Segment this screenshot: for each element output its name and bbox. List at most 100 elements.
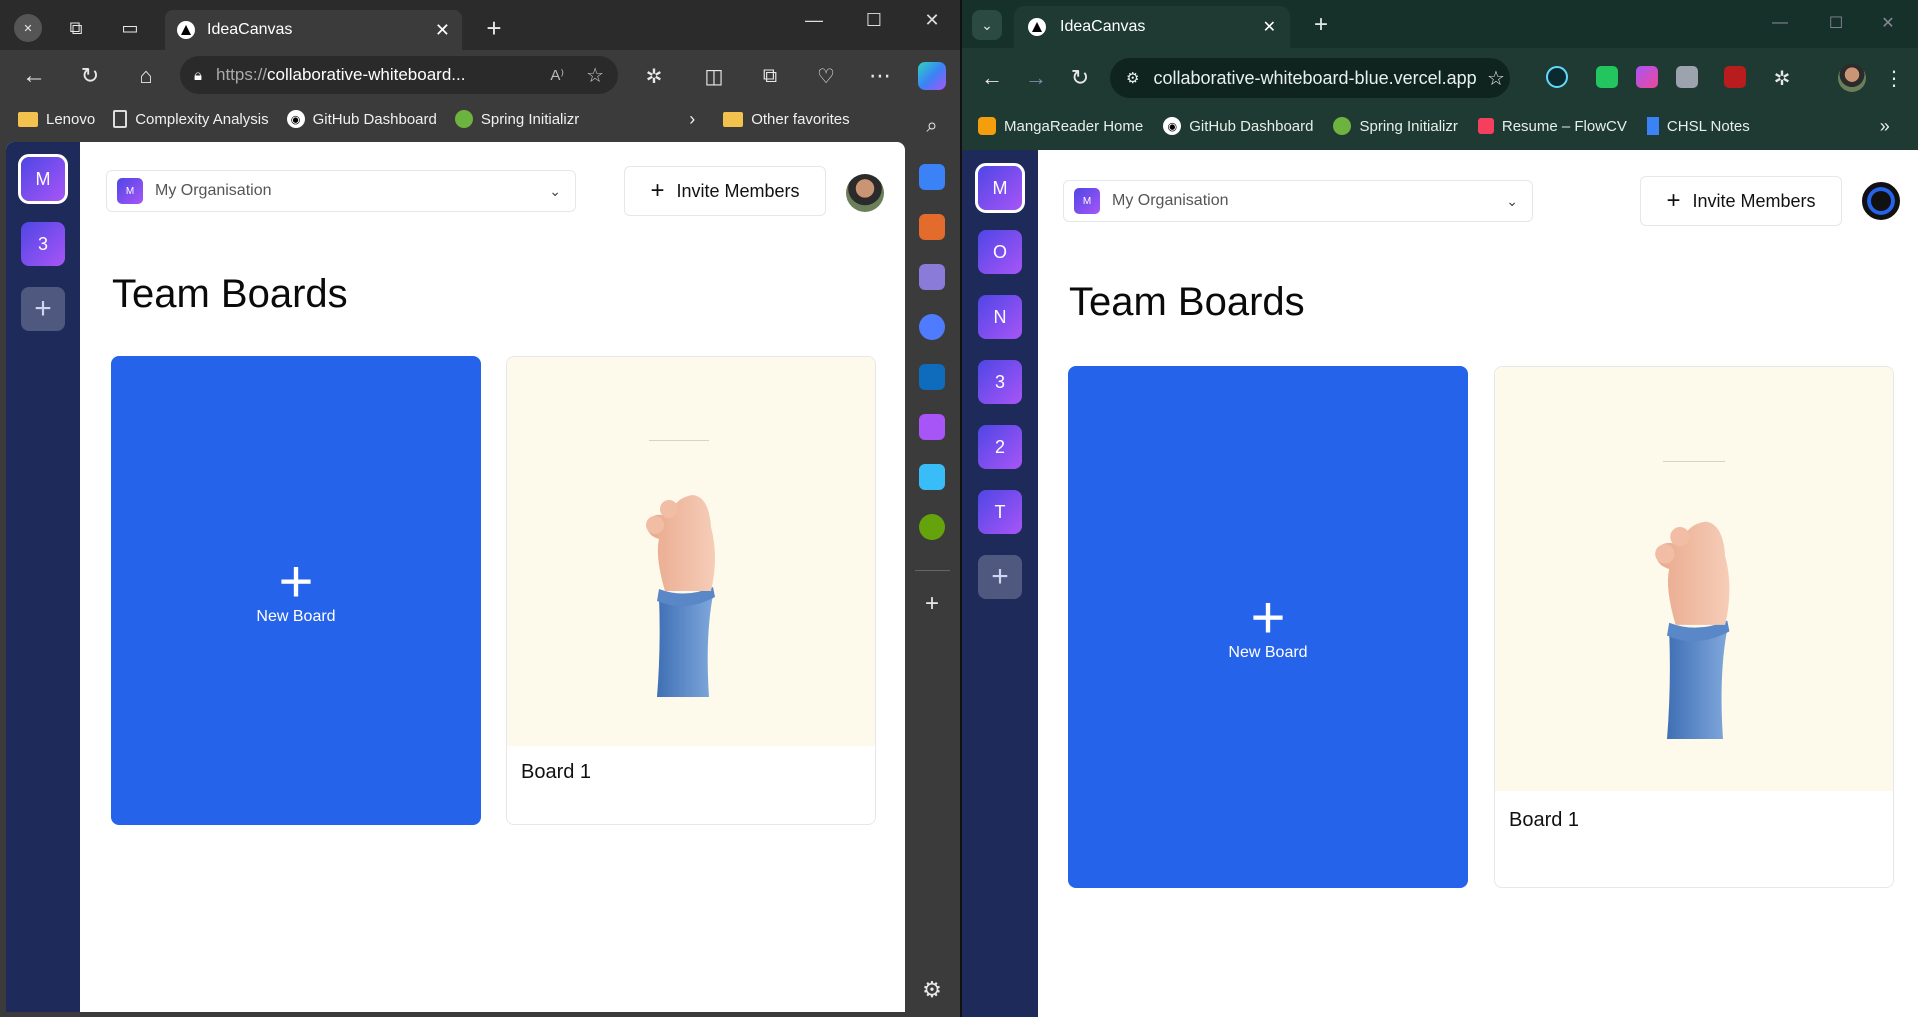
user-avatar[interactable] (1862, 182, 1900, 220)
refresh-icon[interactable]: ↻ (76, 62, 104, 90)
bookmark-github[interactable]: ◉ GitHub Dashboard (286, 110, 437, 128)
org-button-2[interactable]: 2 (978, 425, 1022, 469)
add-sidebar-app-icon[interactable]: + (918, 590, 946, 618)
close-tab-icon[interactable]: ✕ (435, 20, 450, 41)
close-window-icon[interactable]: ✕ (904, 0, 960, 40)
folder-icon (723, 111, 744, 127)
tab-actions-icon[interactable]: ▭ (116, 14, 144, 42)
settings-gear-icon[interactable]: ⚙ (918, 976, 946, 1004)
shopping-tag-icon[interactable] (919, 164, 945, 190)
close-window-icon[interactable]: ✕ (1868, 8, 1908, 38)
org-button-m[interactable]: M (975, 163, 1025, 213)
extensions-puzzle-icon[interactable]: ✲ (1768, 64, 1796, 92)
bookmark-label: Other favorites (751, 110, 850, 128)
tools-icon[interactable] (919, 214, 945, 240)
toolbar: ← → ↻ ⚙ collaborative-whiteboard-blue.ve… (962, 48, 1918, 106)
favorite-star-icon[interactable]: ☆ (586, 63, 604, 88)
board-title: Board 1 (521, 761, 592, 783)
url-host: collaborative-whiteboard... (267, 65, 466, 84)
tab-ideacanvas[interactable]: IdeaCanvas ✕ (165, 10, 462, 50)
org-button-n[interactable]: N (978, 295, 1022, 339)
extension-purple-icon[interactable] (1636, 66, 1658, 88)
extensions-icon[interactable]: ✲ (640, 62, 668, 90)
minimize-icon[interactable]: — (786, 0, 842, 40)
tab-ideacanvas[interactable]: IdeaCanvas ✕ (1014, 6, 1290, 48)
new-board-button[interactable]: + New Board (1068, 366, 1468, 888)
close-tab-icon[interactable]: ✕ (1263, 17, 1276, 37)
minimize-icon[interactable]: — (1760, 8, 1800, 38)
maximize-icon[interactable]: ☐ (1816, 8, 1856, 38)
new-tab-icon[interactable]: + (480, 13, 508, 43)
board-card[interactable]: Board 1 (506, 356, 876, 825)
org-badge: M (117, 178, 143, 204)
profile-icon[interactable]: ✕ (14, 14, 42, 42)
ublock-icon[interactable] (1724, 66, 1746, 88)
react-devtools-icon[interactable] (1546, 66, 1568, 88)
extension-gray-icon[interactable] (1676, 66, 1698, 88)
outlook-icon[interactable] (919, 364, 945, 390)
more-icon[interactable]: ⋯ (866, 62, 894, 90)
send-icon[interactable] (919, 464, 945, 490)
refresh-icon[interactable]: ↻ (1066, 64, 1094, 92)
bookmark-star-icon[interactable]: ☆ (1482, 64, 1510, 92)
games-icon[interactable] (919, 264, 945, 290)
org-button-t[interactable]: T (978, 490, 1022, 534)
new-tab-icon[interactable]: + (1306, 10, 1336, 40)
search-icon[interactable]: ⌕ (918, 112, 946, 140)
tab-search-icon[interactable]: ⌄ (972, 10, 1002, 40)
bookmark-chsl[interactable]: CHSL Notes (1646, 117, 1750, 135)
address-bar[interactable]: 🔒︎ https:// collaborative-whiteboard... … (180, 56, 618, 94)
chevron-right-icon[interactable]: › (689, 109, 695, 130)
bookmark-label: Resume – FlowCV (1501, 117, 1627, 135)
back-icon[interactable]: ← (20, 62, 48, 90)
plus-icon: + (1250, 584, 1286, 651)
plus-icon: + (1666, 187, 1681, 214)
bookmark-other-favorites[interactable]: Other favorites (723, 110, 850, 128)
extension-green-icon[interactable] (1596, 66, 1618, 88)
board-card[interactable]: Board 1 (1494, 366, 1894, 888)
bookmark-complexity[interactable]: Complexity Analysis (113, 110, 269, 128)
back-icon[interactable]: ← (978, 64, 1006, 92)
bookmark-spring[interactable]: Spring Initializr (454, 110, 579, 128)
bookmark-mangareader[interactable]: MangaReader Home (978, 117, 1143, 135)
bookmark-flowcv[interactable]: Resume – FlowCV (1477, 117, 1627, 135)
user-avatar[interactable] (846, 174, 884, 212)
maximize-icon[interactable]: ☐ (846, 0, 902, 40)
tab-title: IdeaCanvas (207, 21, 293, 38)
bookmark-spring[interactable]: Spring Initializr (1333, 117, 1458, 135)
bookmark-label: GitHub Dashboard (312, 110, 437, 128)
bookmark-github[interactable]: ◉ GitHub Dashboard (1163, 117, 1313, 135)
designer-icon[interactable] (919, 414, 945, 440)
menu-icon[interactable]: ⋮ (1880, 64, 1908, 92)
profile-avatar[interactable] (1838, 64, 1866, 92)
forward-icon[interactable]: → (1022, 64, 1050, 92)
invite-members-button[interactable]: + Invite Members (1640, 176, 1842, 226)
site-info-icon[interactable]: ⚙ (1126, 69, 1139, 87)
org-button-m[interactable]: M (18, 154, 68, 204)
org-switcher[interactable]: M My Organisation ⌄ (1063, 180, 1533, 222)
read-aloud-icon[interactable]: A⁾ (550, 66, 564, 84)
workspaces-icon[interactable]: ⧉ (62, 14, 90, 42)
org-button-3[interactable]: 3 (21, 222, 65, 266)
more-bookmarks-icon[interactable]: » (1880, 116, 1890, 137)
health-icon[interactable]: ♡ (812, 62, 840, 90)
bookmark-lenovo[interactable]: Lenovo (18, 111, 95, 128)
plus-icon: + (650, 177, 665, 204)
split-screen-icon[interactable]: ◫ (700, 62, 728, 90)
collections-icon[interactable]: ⧉ (756, 62, 784, 90)
org-switcher[interactable]: M My Organisation ⌄ (106, 170, 576, 212)
org-button-o[interactable]: O (978, 230, 1022, 274)
home-icon[interactable]: ⌂ (132, 62, 160, 90)
bookmark-label: CHSL Notes (1666, 117, 1750, 135)
chrome-browser-window: ⌄ IdeaCanvas ✕ + — ☐ ✕ ← → ↻ ⚙ collabora… (960, 0, 1918, 1017)
org-button-3[interactable]: 3 (978, 360, 1022, 404)
new-board-button[interactable]: + New Board (111, 356, 481, 825)
add-org-button[interactable]: + (978, 555, 1022, 599)
tree-icon[interactable] (919, 514, 945, 540)
add-org-button[interactable]: + (21, 287, 65, 331)
invite-members-button[interactable]: + Invite Members (624, 166, 826, 216)
triangle-logo-icon (1028, 18, 1046, 36)
address-bar[interactable]: ⚙ collaborative-whiteboard-blue.vercel.a… (1110, 58, 1510, 98)
copilot-icon[interactable] (918, 62, 946, 90)
copilot-app-icon[interactable] (919, 314, 945, 340)
